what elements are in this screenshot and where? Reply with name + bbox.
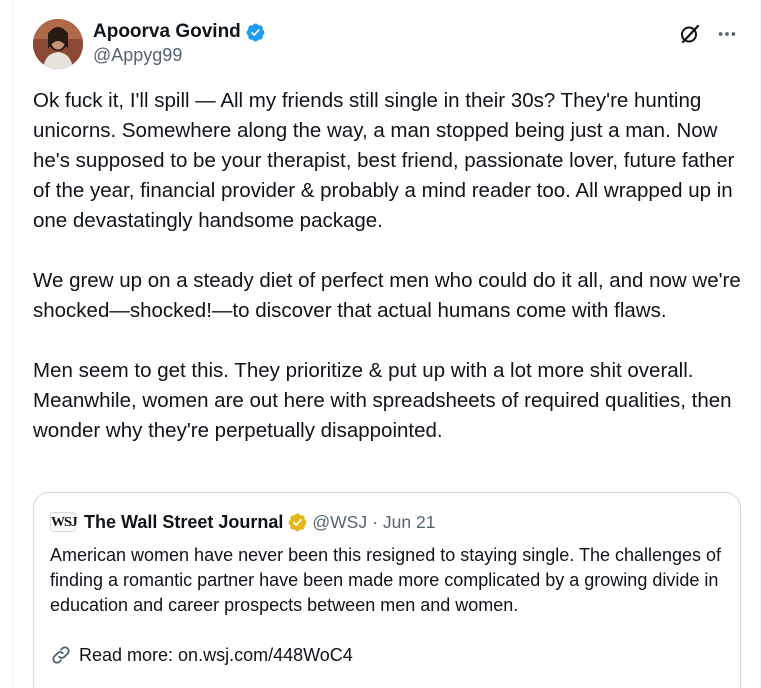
read-more-text[interactable]: Read more: on.wsj.com/448WoC4 <box>79 645 353 666</box>
wsj-logo: WSJ <box>50 512 78 532</box>
quoted-tweet[interactable]: WSJ The Wall Street Journal @WSJ · Jun 2… <box>33 492 741 688</box>
tweet-paragraph: Ok fuck it, I'll spill — All my friends … <box>33 89 735 232</box>
tweet-paragraph: Men seem to get this. They prioritize & … <box>33 359 732 442</box>
separator-dot: · <box>372 511 378 532</box>
verified-badge-icon <box>246 23 265 41</box>
quoted-author-handle: @WSJ <box>312 511 368 532</box>
read-more-link[interactable]: Read more: on.wsj.com/448WoC4 <box>50 644 353 666</box>
author-display-name[interactable]: Apoorva Govind <box>93 21 241 43</box>
gold-verified-badge-icon <box>288 513 307 531</box>
author-names: Apoorva Govind @Appyg99 <box>93 20 266 66</box>
more-options-icon[interactable] <box>716 23 738 45</box>
tweet-text: Ok fuck it, I'll spill — All my friends … <box>33 86 745 476</box>
header-actions <box>678 22 738 46</box>
tweet-paragraph: We grew up on a steady diet of perfect m… <box>33 269 741 322</box>
grok-icon[interactable] <box>678 22 702 46</box>
author-handle[interactable]: @Appyg99 <box>93 45 266 66</box>
quoted-tweet-header: WSJ The Wall Street Journal @WSJ · Jun 2… <box>50 510 435 534</box>
quoted-author-name: The Wall Street Journal <box>84 511 284 532</box>
quoted-tweet-text: American women have never been this resi… <box>50 545 722 615</box>
quoted-tweet-date: Jun 21 <box>382 511 436 532</box>
tweet-card: Apoorva Govind @Appyg99 Ok fuck it, I'll… <box>12 0 761 688</box>
avatar-image <box>33 19 83 69</box>
link-icon <box>52 646 70 664</box>
tweet-header: Apoorva Govind @Appyg99 <box>33 18 742 70</box>
author-avatar[interactable] <box>33 19 83 69</box>
